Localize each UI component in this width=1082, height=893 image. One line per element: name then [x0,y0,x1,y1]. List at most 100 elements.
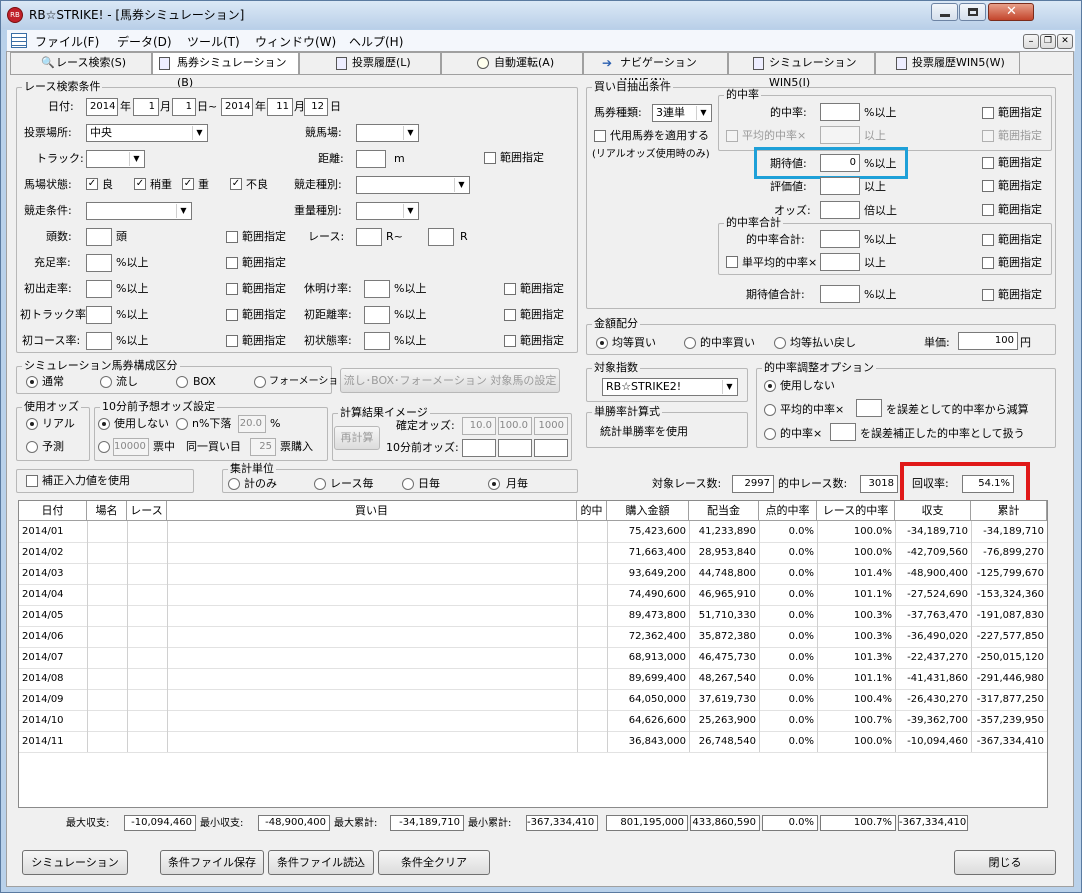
venue-select[interactable]: 中央 ▼ [86,124,208,142]
maximize-button[interactable] [959,3,986,21]
tab-navigation-win5[interactable]: ➔ナビゲーションWIN5(N) [583,52,728,89]
first-distance-range-checkbox[interactable] [504,309,516,321]
tab-auto-run[interactable]: 自動運転(A) [441,52,583,74]
table-row[interactable]: 2014/01 75,423,600 41,233,890 0.0% 100.0% -34… [19,521,1047,542]
mdi-restore-button[interactable]: ❐ [1040,34,1056,49]
clear-condition-button[interactable]: 条件全クリア [378,850,490,875]
cond-omo-checkbox[interactable]: ✓ [182,178,194,190]
target-horse-setting-button[interactable]: 流し･BOX･フォーメーション 対象馬の設定 [340,368,560,393]
sim-box-radio[interactable] [176,376,188,388]
equal-buy-radio[interactable] [596,337,608,349]
odds-real-radio[interactable] [26,418,38,430]
heads-input[interactable] [86,228,112,246]
eval-range-checkbox[interactable] [982,180,994,192]
column-header[interactable]: 累計 [971,501,1047,521]
table-row[interactable]: 2014/11 36,843,000 26,748,540 0.0% 100.0% -10… [19,731,1047,752]
minimize-button[interactable] [931,3,958,21]
first-start-range-checkbox[interactable] [226,283,238,295]
race-condition-select[interactable]: ▼ [86,202,192,220]
load-condition-button[interactable]: 条件ファイル読込 [268,850,374,875]
adjust-hit-radio[interactable] [764,428,776,440]
cond-yaya-checkbox[interactable]: ✓ [134,178,146,190]
unit-day-radio[interactable] [402,478,414,490]
single-avg-input[interactable] [820,253,860,271]
menu-file[interactable]: ファイル(F) [35,33,99,50]
first-course-range-checkbox[interactable] [226,335,238,347]
track-select[interactable]: ▼ [86,150,145,168]
table-row[interactable]: 2014/03 93,649,200 44,748,800 0.0% 101.4% -48… [19,563,1047,584]
n-drop-radio[interactable] [176,418,188,430]
adjust-none-radio[interactable] [764,380,776,392]
single-avg-range-checkbox[interactable] [982,257,994,269]
expect-sum-input[interactable] [820,285,860,303]
avg-hit-input[interactable] [820,126,860,144]
unit-month-radio[interactable] [488,478,500,490]
race-from-input[interactable] [356,228,382,246]
table-row[interactable]: 2014/05 89,473,800 51,710,330 0.0% 100.3% -37… [19,605,1047,626]
column-header[interactable]: 収支 [895,501,971,521]
tab-vote-history[interactable]: 投票履歴(L) [299,52,441,74]
ticket-type-select[interactable]: 3連単 ▼ [652,104,712,122]
distance-range-checkbox[interactable] [484,152,496,164]
tab-simulation[interactable]: 馬券シミュレーション(B) [152,52,299,89]
race-type-select[interactable]: ▼ [356,176,470,194]
equal-pay-radio[interactable] [774,337,786,349]
menu-help[interactable]: ヘルプ(H) [349,33,403,50]
close-window-button[interactable]: ✕ [988,3,1034,21]
tab-race-search[interactable]: 🔍 レース検索(S) [10,52,152,74]
table-row[interactable]: 2014/06 72,362,400 35,872,380 0.0% 100.3% -36… [19,626,1047,647]
tab-simulation-win5[interactable]: シミュレーションWIN5(I) [728,52,875,89]
rest-input[interactable] [364,280,390,298]
column-header[interactable]: 買い目 [167,501,577,521]
save-condition-button[interactable]: 条件ファイル保存 [160,850,264,875]
cond-ryo-checkbox[interactable]: ✓ [86,178,98,190]
table-row[interactable]: 2014/07 68,913,000 46,475,730 0.0% 101.3% -22… [19,647,1047,668]
unit-total-radio[interactable] [228,478,240,490]
race-to-input[interactable] [428,228,454,246]
adjust-avg-radio[interactable] [764,404,776,416]
tenmin-not-use-radio[interactable] [98,418,110,430]
fixed-odds-3[interactable]: 1000 [534,417,568,435]
menu-tools[interactable]: ツール(T) [187,33,240,50]
fill-range-checkbox[interactable] [226,257,238,269]
column-header[interactable]: 場名 [87,501,127,521]
first-condition-range-checkbox[interactable] [504,335,516,347]
heads-range-checkbox[interactable] [226,231,238,243]
mdi-close-button[interactable]: ✕ [1057,34,1073,49]
simulate-button[interactable]: シミュレーション [22,850,128,875]
ticket-radio[interactable] [98,441,110,453]
distance-input[interactable] [356,150,386,168]
ticket-input[interactable]: 10000 [113,438,149,456]
column-header[interactable]: 日付 [19,501,87,521]
odds-range-checkbox[interactable] [982,204,994,216]
expect-input[interactable]: 0 [820,154,860,172]
rest-range-checkbox[interactable] [504,283,516,295]
tab-vote-history-win5[interactable]: 投票履歴WIN5(W) [875,52,1020,74]
substitute-checkbox[interactable] [594,130,606,142]
table-row[interactable]: 2014/02 71,663,400 28,953,840 0.0% 100.0% -42… [19,542,1047,563]
column-header[interactable]: レース的中率 [817,501,895,521]
mdi-minimize-button[interactable]: – [1023,34,1039,49]
correction-checkbox[interactable] [26,475,38,487]
odds-input[interactable] [820,201,860,219]
weight-type-select[interactable]: ▼ [356,202,419,220]
first-distance-input[interactable] [364,306,390,324]
table-row[interactable]: 2014/08 89,699,400 48,267,540 0.0% 101.1% -41… [19,668,1047,689]
unit-race-radio[interactable] [314,478,326,490]
table-row[interactable]: 2014/10 64,626,600 25,263,900 0.0% 100.7% -39… [19,710,1047,731]
close-button[interactable]: 閉じる [954,850,1056,875]
tenmin-odds-3[interactable] [534,439,568,457]
column-header[interactable]: レース [127,501,167,521]
date-to-month[interactable]: 11 [267,98,293,116]
menu-data[interactable]: データ(D) [117,33,172,50]
expect-range-checkbox[interactable] [982,157,994,169]
sim-nagashi-radio[interactable] [100,376,112,388]
n-drop-input[interactable]: 20.0 [238,415,266,433]
sim-formation-radio[interactable] [254,376,266,388]
first-track-input[interactable] [86,306,112,324]
hit-sum-range-checkbox[interactable] [982,234,994,246]
recalc-button[interactable]: 再計算 [334,426,380,450]
tenmin-odds-1[interactable] [462,439,496,457]
date-from-year[interactable]: 2014 [86,98,118,116]
column-header[interactable]: 的中 [577,501,607,521]
